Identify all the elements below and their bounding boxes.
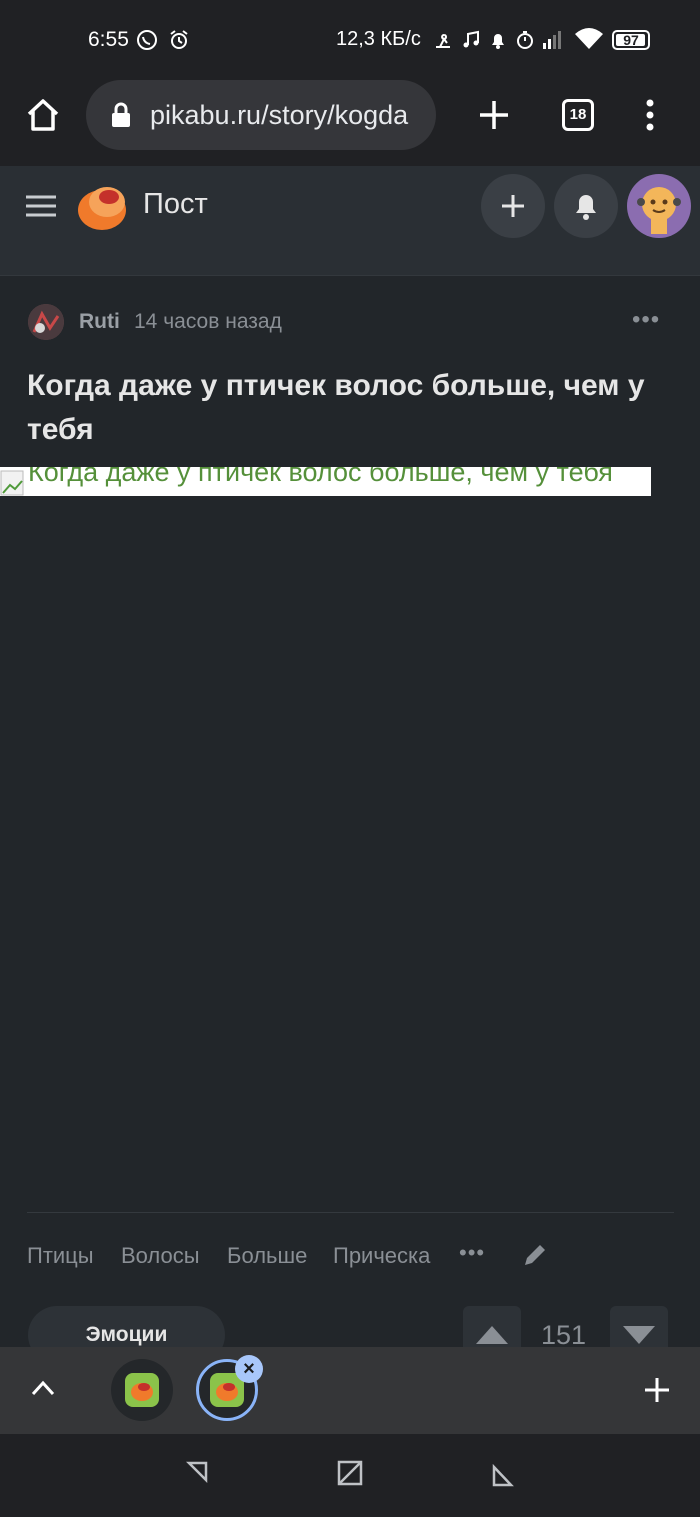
- hamburger-menu-icon[interactable]: [26, 194, 56, 218]
- signal-icon: [543, 31, 561, 49]
- activity-icon: [436, 34, 450, 48]
- broken-image-icon: [0, 470, 24, 496]
- create-post-button[interactable]: [481, 174, 545, 238]
- site-header: Пост: [0, 166, 700, 246]
- edit-pencil-icon[interactable]: [521, 1241, 549, 1269]
- battery-icon: 97: [612, 30, 650, 50]
- notifications-button[interactable]: [554, 174, 618, 238]
- plus-icon: [502, 195, 524, 217]
- status-bar: 6:55 12,3 КБ/с 97: [0, 0, 700, 80]
- lock-icon: [112, 102, 130, 127]
- close-tab-icon[interactable]: ×: [235, 1355, 263, 1383]
- arrow-down-icon: [623, 1326, 655, 1344]
- nav-back-icon[interactable]: [186, 1460, 210, 1484]
- new-tab-plus-icon[interactable]: [477, 98, 511, 132]
- emotions-label: Эмоции: [85, 1323, 168, 1346]
- whatsapp-icon: [137, 30, 157, 50]
- page-title: Пост: [143, 188, 208, 220]
- more-menu-icon[interactable]: [640, 98, 660, 132]
- arrow-up-icon: [476, 1326, 508, 1344]
- nav-recents-icon[interactable]: [490, 1464, 514, 1488]
- nav-home-icon[interactable]: [337, 1460, 363, 1486]
- notification-bell-icon: [492, 34, 504, 49]
- wifi-icon: [575, 28, 603, 49]
- author-avatar[interactable]: [28, 304, 64, 340]
- tab-thumbnail[interactable]: [111, 1359, 173, 1421]
- status-time: 6:55: [88, 28, 129, 51]
- address-bar[interactable]: pikabu.ru/story/kogda: [86, 80, 436, 150]
- tags-divider: [27, 1212, 674, 1213]
- post-title[interactable]: Когда даже у птичек волос больше, чем у …: [27, 364, 667, 452]
- author-avatar-image: [28, 304, 64, 340]
- tag-birds[interactable]: Птицы: [27, 1243, 94, 1269]
- post-more-options[interactable]: •••: [632, 306, 660, 334]
- network-speed: 12,3 КБ/с: [336, 28, 421, 50]
- pikabu-logo-icon[interactable]: [76, 180, 130, 232]
- bell-icon: [576, 195, 596, 220]
- post-image-broken[interactable]: Когда даже у птичек волос больше, чем у …: [0, 467, 651, 496]
- battery-level: 97: [623, 32, 639, 48]
- author-name[interactable]: Ruti: [79, 310, 120, 334]
- pikabu-favicon-icon: [125, 1373, 159, 1407]
- tab-strip: [0, 1347, 700, 1434]
- alarm-icon: [170, 30, 188, 49]
- system-nav-bar: [0, 1434, 700, 1517]
- tags-more-button[interactable]: •••: [459, 1240, 485, 1266]
- header-spacer: [0, 246, 700, 276]
- timer-icon: [517, 31, 533, 49]
- post-timestamp: 14 часов назад: [134, 310, 282, 333]
- tag-hairstyle[interactable]: Прическа: [333, 1243, 430, 1269]
- tag-more-word[interactable]: Больше: [227, 1243, 307, 1269]
- user-avatar[interactable]: [627, 174, 691, 238]
- add-tab-plus-icon[interactable]: [643, 1376, 671, 1404]
- home-icon[interactable]: [24, 96, 62, 134]
- chevron-up-icon[interactable]: [30, 1379, 56, 1397]
- tag-hair[interactable]: Волосы: [121, 1243, 200, 1269]
- avatar-character-icon: [637, 187, 681, 234]
- browser-toolbar: pikabu.ru/story/kogda 18: [0, 80, 700, 167]
- image-alt-text: Когда даже у птичек волос больше, чем у …: [28, 467, 613, 487]
- music-icon: [463, 30, 479, 48]
- url-text: pikabu.ru/story/kogda: [150, 100, 409, 130]
- tab-switcher-button[interactable]: 18: [562, 99, 594, 131]
